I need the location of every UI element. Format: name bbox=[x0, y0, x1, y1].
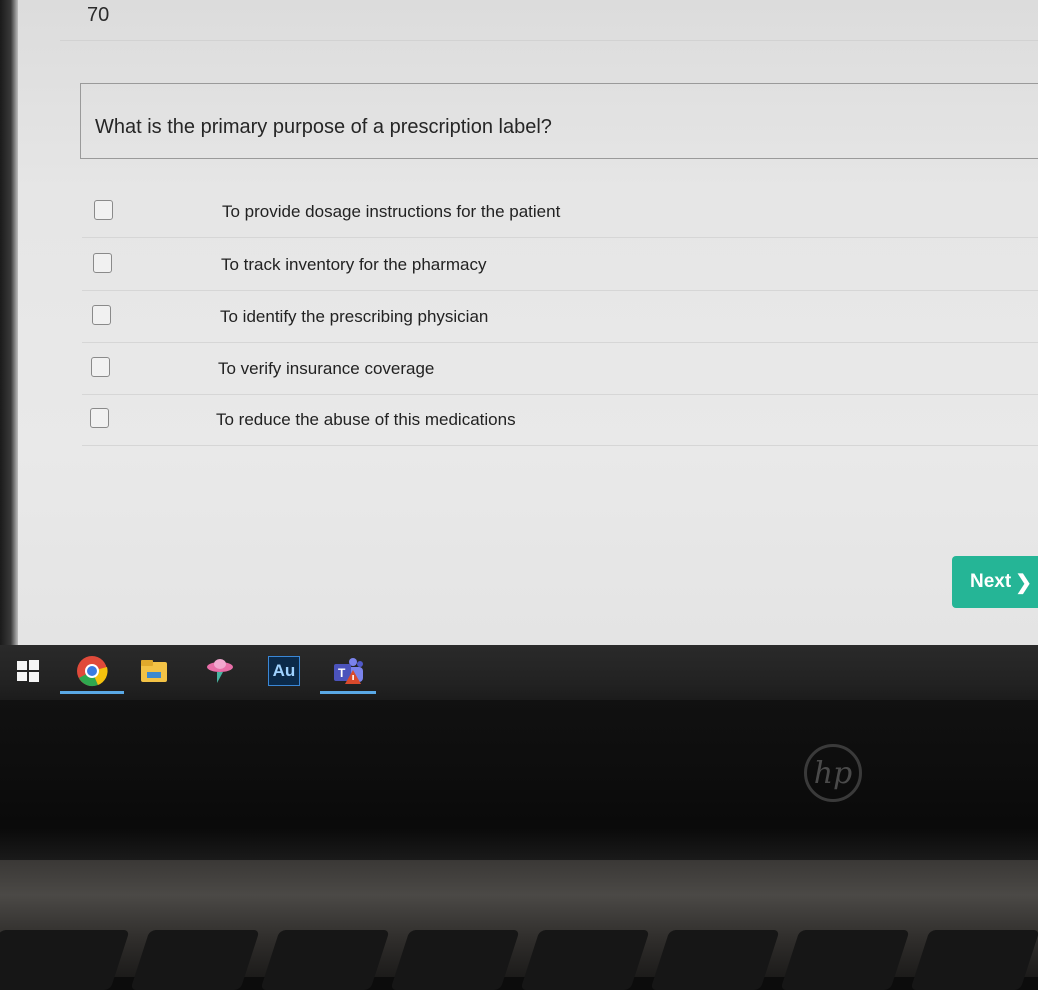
checkbox[interactable] bbox=[92, 305, 111, 325]
checkbox[interactable] bbox=[91, 357, 110, 377]
laptop-bezel bbox=[0, 700, 1038, 860]
screen: 70 What is the primary purpose of a pres… bbox=[0, 0, 1038, 645]
chevron-right-icon: ❯ bbox=[1015, 571, 1032, 594]
checkbox[interactable] bbox=[93, 253, 112, 273]
app-icon[interactable] bbox=[202, 653, 238, 689]
keyboard-key bbox=[0, 930, 130, 990]
windows-start-icon[interactable] bbox=[10, 653, 46, 689]
chrome-icon[interactable] bbox=[74, 653, 110, 689]
keyboard-key bbox=[780, 930, 910, 990]
taskbar: Au T bbox=[0, 645, 1038, 700]
keyboard-key bbox=[390, 930, 520, 990]
option-4[interactable]: To verify insurance coverage bbox=[82, 347, 1038, 395]
active-indicator bbox=[320, 691, 376, 694]
keyboard-key bbox=[520, 930, 650, 990]
option-label: To reduce the abuse of this medications bbox=[216, 410, 516, 429]
active-indicator bbox=[60, 691, 124, 694]
question-text: What is the primary purpose of a prescri… bbox=[95, 116, 552, 138]
checkbox[interactable] bbox=[94, 200, 113, 220]
keyboard-key bbox=[910, 930, 1038, 990]
keyboard-key bbox=[130, 930, 260, 990]
option-label: To identify the prescribing physician bbox=[220, 307, 489, 326]
audition-icon[interactable]: Au bbox=[266, 653, 302, 689]
file-explorer-icon[interactable] bbox=[136, 653, 172, 689]
keyboard-key bbox=[260, 930, 390, 990]
option-1[interactable]: To provide dosage instructions for the p… bbox=[82, 190, 1038, 238]
next-button[interactable]: Next ❯ bbox=[952, 556, 1038, 608]
option-2[interactable]: To track inventory for the pharmacy bbox=[82, 243, 1038, 291]
option-label: To verify insurance coverage bbox=[218, 359, 435, 378]
question-box: What is the primary purpose of a prescri… bbox=[80, 83, 1038, 159]
teams-icon[interactable]: T bbox=[330, 653, 366, 689]
question-number: 70 bbox=[87, 4, 110, 26]
divider bbox=[60, 40, 1038, 41]
keyboard-key bbox=[650, 930, 780, 990]
option-label: To track inventory for the pharmacy bbox=[221, 255, 487, 274]
option-3[interactable]: To identify the prescribing physician bbox=[82, 295, 1038, 343]
option-5[interactable]: To reduce the abuse of this medications bbox=[82, 398, 1038, 446]
option-label: To provide dosage instructions for the p… bbox=[222, 202, 561, 221]
svg-text:T: T bbox=[338, 666, 346, 680]
audition-label: Au bbox=[268, 656, 300, 686]
hp-logo: hp bbox=[804, 744, 862, 802]
checkbox[interactable] bbox=[90, 408, 109, 428]
next-label: Next bbox=[970, 571, 1012, 592]
